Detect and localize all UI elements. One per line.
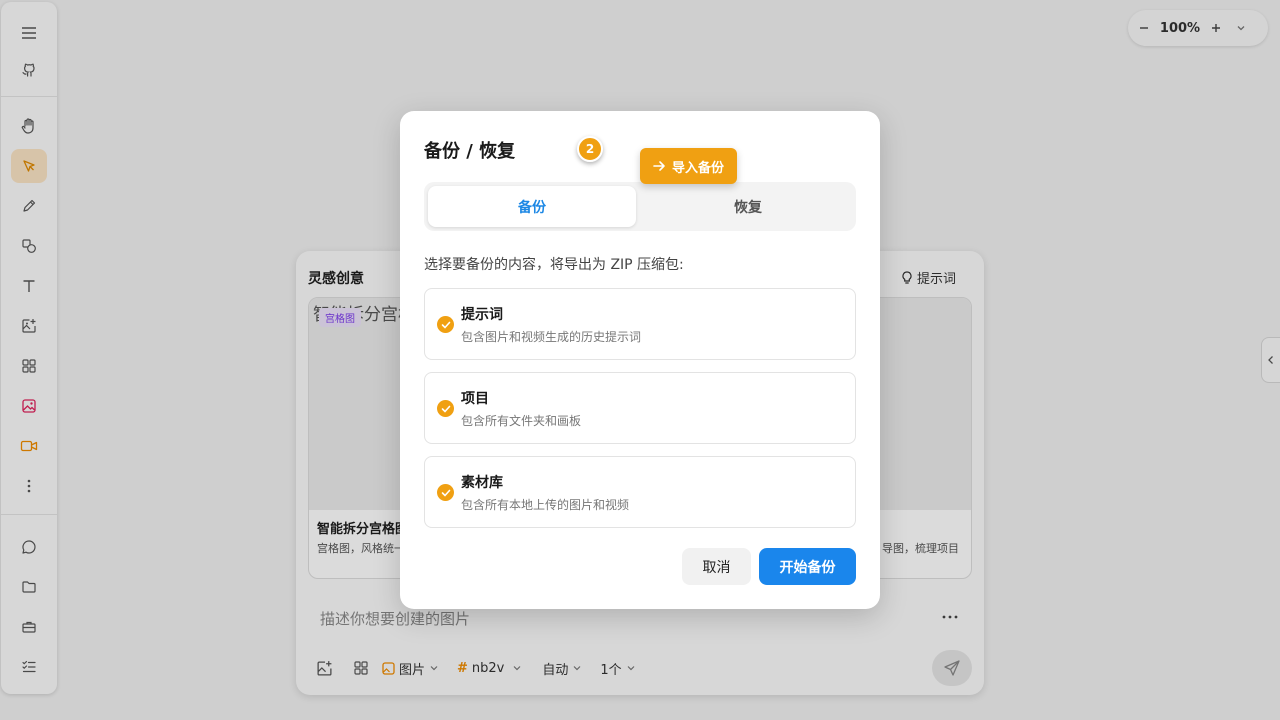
checkbox-checked-icon[interactable]: [437, 316, 454, 333]
tab-restore[interactable]: 恢复: [644, 186, 852, 227]
backup-restore-dialog: 备份 / 恢复 备份 恢复 选择要备份的内容，将导出为 ZIP 压缩包: 提示词…: [400, 111, 880, 609]
dialog-description: 选择要备份的内容，将导出为 ZIP 压缩包:: [424, 257, 684, 273]
option-desc: 包含所有文件夹和画板: [461, 414, 582, 428]
backup-option-prompts[interactable]: 提示词 包含图片和视频生成的历史提示词: [424, 288, 856, 360]
option-desc: 包含图片和视频生成的历史提示词: [461, 330, 642, 344]
option-title: 项目: [461, 391, 489, 407]
import-backup-button[interactable]: 导入备份: [640, 148, 737, 184]
option-desc: 包含所有本地上传的图片和视频: [461, 498, 630, 512]
dialog-title: 备份 / 恢复: [424, 141, 516, 162]
dialog-tabs: 备份 恢复: [424, 182, 856, 231]
checkbox-checked-icon[interactable]: [437, 484, 454, 501]
cancel-button[interactable]: 取消: [682, 548, 751, 585]
arrow-right-icon: [653, 160, 666, 172]
checkbox-checked-icon[interactable]: [437, 400, 454, 417]
backup-option-assets[interactable]: 素材库 包含所有本地上传的图片和视频: [424, 456, 856, 528]
option-title: 素材库: [461, 475, 503, 491]
tab-backup[interactable]: 备份: [428, 186, 636, 227]
option-title: 提示词: [461, 307, 503, 323]
tour-step-badge: 2: [577, 136, 603, 162]
import-backup-label: 导入备份: [671, 160, 724, 176]
start-backup-button[interactable]: 开始备份: [759, 548, 856, 585]
backup-option-projects[interactable]: 项目 包含所有文件夹和画板: [424, 372, 856, 444]
